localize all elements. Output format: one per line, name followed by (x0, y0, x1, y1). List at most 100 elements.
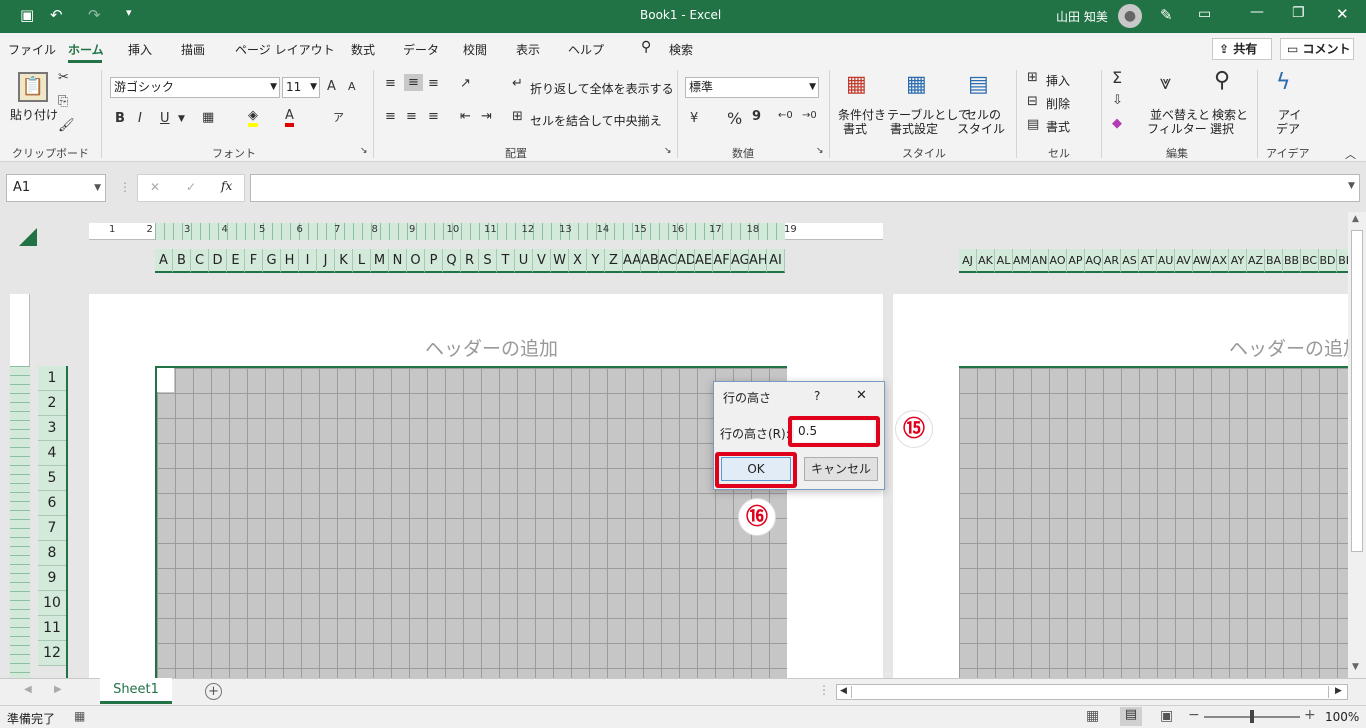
column-header[interactable]: O (407, 249, 425, 273)
cut-icon[interactable]: ✂ (58, 70, 69, 85)
decrease-decimal-icon[interactable]: →0 (802, 110, 817, 121)
page-break-view-icon[interactable]: ▣ (1160, 708, 1173, 724)
font-size-select[interactable]: 11 ▼ (282, 77, 320, 98)
column-header[interactable]: AO (1049, 249, 1067, 273)
row-header[interactable]: 5 (38, 466, 66, 491)
column-header[interactable]: AD (677, 249, 695, 273)
ideas-label-2[interactable]: デア (1276, 120, 1300, 137)
increase-indent-icon[interactable]: ⇥ (481, 109, 492, 124)
column-header[interactable]: F (245, 249, 263, 273)
column-header[interactable]: R (461, 249, 479, 273)
autosum-icon[interactable]: Σ (1112, 68, 1122, 87)
align-center-icon[interactable]: ≡ (406, 109, 417, 124)
delete-cells-icon[interactable]: ⊟ (1027, 94, 1038, 109)
next-sheet-icon[interactable]: ▶ (54, 684, 62, 695)
currency-icon[interactable]: ¥ (690, 111, 698, 126)
row-header[interactable]: 4 (38, 441, 66, 466)
column-header[interactable]: L (353, 249, 371, 273)
row-header[interactable]: 12 (38, 641, 66, 666)
column-header[interactable]: H (281, 249, 299, 273)
column-header[interactable]: AY (1229, 249, 1247, 273)
cell-grid[interactable] (155, 366, 787, 678)
find-select-label-2[interactable]: 選択 (1210, 120, 1234, 137)
close-window-icon[interactable]: ✕ (1336, 5, 1349, 23)
merge-center-icon[interactable]: ⊞ (512, 109, 523, 124)
column-header[interactable]: C (191, 249, 209, 273)
insert-function-icon[interactable]: fx (221, 179, 232, 193)
row-header[interactable]: 10 (38, 591, 66, 616)
scroll-down-icon[interactable]: ▼ (1352, 662, 1359, 672)
conditional-formatting-label-2[interactable]: 書式 (843, 120, 867, 137)
clear-icon[interactable]: ◆ (1112, 116, 1122, 131)
macro-record-icon[interactable]: ▦ (74, 709, 85, 723)
column-header[interactable]: I (299, 249, 317, 273)
tab-home[interactable]: ホーム (68, 41, 104, 58)
scroll-left-icon[interactable]: ◀ (840, 686, 847, 696)
dialog-help-button[interactable]: ? (814, 389, 820, 403)
delete-cells-label[interactable]: 削除 (1046, 95, 1070, 112)
column-header[interactable]: BA (1265, 249, 1283, 273)
confirm-entry-icon[interactable]: ✓ (186, 180, 196, 194)
vertical-scrollbar[interactable]: ▲ ▼ (1348, 212, 1366, 678)
orientation-icon[interactable]: ↗ (460, 76, 471, 91)
row-header[interactable]: 6 (38, 491, 66, 516)
decrease-indent-icon[interactable]: ⇤ (460, 109, 471, 124)
column-header[interactable]: T (497, 249, 515, 273)
column-header[interactable]: AM (1013, 249, 1031, 273)
underline-button[interactable]: U (160, 111, 170, 126)
column-header[interactable]: B (173, 249, 191, 273)
cell-styles-icon[interactable]: ▤ (968, 72, 989, 97)
column-header[interactable]: AE (695, 249, 713, 273)
column-header[interactable]: AK (977, 249, 995, 273)
cancel-button[interactable]: キャンセル (804, 457, 878, 481)
paste-label[interactable]: 貼り付け (10, 106, 58, 123)
number-format-select[interactable]: 標準 ▼ (685, 77, 819, 98)
tab-formulas[interactable]: 数式 (351, 41, 375, 58)
column-header[interactable]: AR (1103, 249, 1121, 273)
column-header[interactable]: AA (623, 249, 641, 273)
column-header[interactable]: M (371, 249, 389, 273)
row-header[interactable]: 11 (38, 616, 66, 641)
column-header[interactable]: D (209, 249, 227, 273)
column-header[interactable]: J (317, 249, 335, 273)
column-header[interactable]: AC (659, 249, 677, 273)
horizontal-scrollbar[interactable]: ◀ ▶ (836, 684, 1348, 700)
comma-button[interactable]: 9 (752, 109, 761, 124)
copy-icon[interactable]: ⎘ (58, 94, 68, 109)
column-header[interactable]: Z (605, 249, 623, 273)
column-header[interactable]: W (551, 249, 569, 273)
column-header[interactable]: AB (641, 249, 659, 273)
column-header[interactable]: AH (749, 249, 767, 273)
percent-button[interactable]: % (727, 109, 742, 128)
zoom-slider-thumb[interactable] (1250, 710, 1254, 723)
column-header[interactable]: BD (1319, 249, 1337, 273)
ideas-icon[interactable]: ϟ (1276, 70, 1291, 95)
scroll-up-icon[interactable]: ▲ (1352, 214, 1359, 224)
expand-formula-bar-icon[interactable]: ▼ (1348, 181, 1355, 191)
cell-grid[interactable] (959, 366, 1348, 678)
column-header[interactable]: BB (1283, 249, 1301, 273)
avatar[interactable]: ● (1118, 4, 1142, 28)
tab-help[interactable]: ヘルプ (568, 41, 604, 58)
bold-button[interactable]: B (115, 111, 125, 126)
conditional-formatting-icon[interactable]: ▦ (846, 72, 867, 97)
column-header[interactable]: AF (713, 249, 731, 273)
row-header[interactable]: 3 (38, 416, 66, 441)
header-placeholder[interactable]: ヘッダーの追加 (425, 334, 558, 361)
column-header[interactable]: AZ (1247, 249, 1265, 273)
phonetic-icon[interactable]: ア (333, 109, 344, 125)
collapse-ribbon-icon[interactable]: ︿ (1345, 146, 1356, 162)
column-header[interactable]: S (479, 249, 497, 273)
format-painter-icon[interactable]: 🖌 (58, 118, 75, 133)
tab-insert[interactable]: 挿入 (128, 41, 152, 58)
tab-view[interactable]: 表示 (516, 41, 540, 58)
header-placeholder[interactable]: ヘッダーの追加 (1229, 334, 1348, 361)
column-header[interactable]: BE (1337, 249, 1348, 273)
name-box[interactable]: A1 ▼ (6, 174, 106, 202)
chevron-down-icon[interactable]: ▼ (178, 114, 185, 124)
pen-icon[interactable]: ✎ (1160, 6, 1173, 24)
column-header[interactable]: AW (1193, 249, 1211, 273)
restore-icon[interactable]: ❐ (1292, 5, 1305, 21)
tab-splitter-icon[interactable]: ⋮ (818, 683, 830, 697)
wrap-text-icon[interactable]: ↵ (512, 76, 523, 91)
